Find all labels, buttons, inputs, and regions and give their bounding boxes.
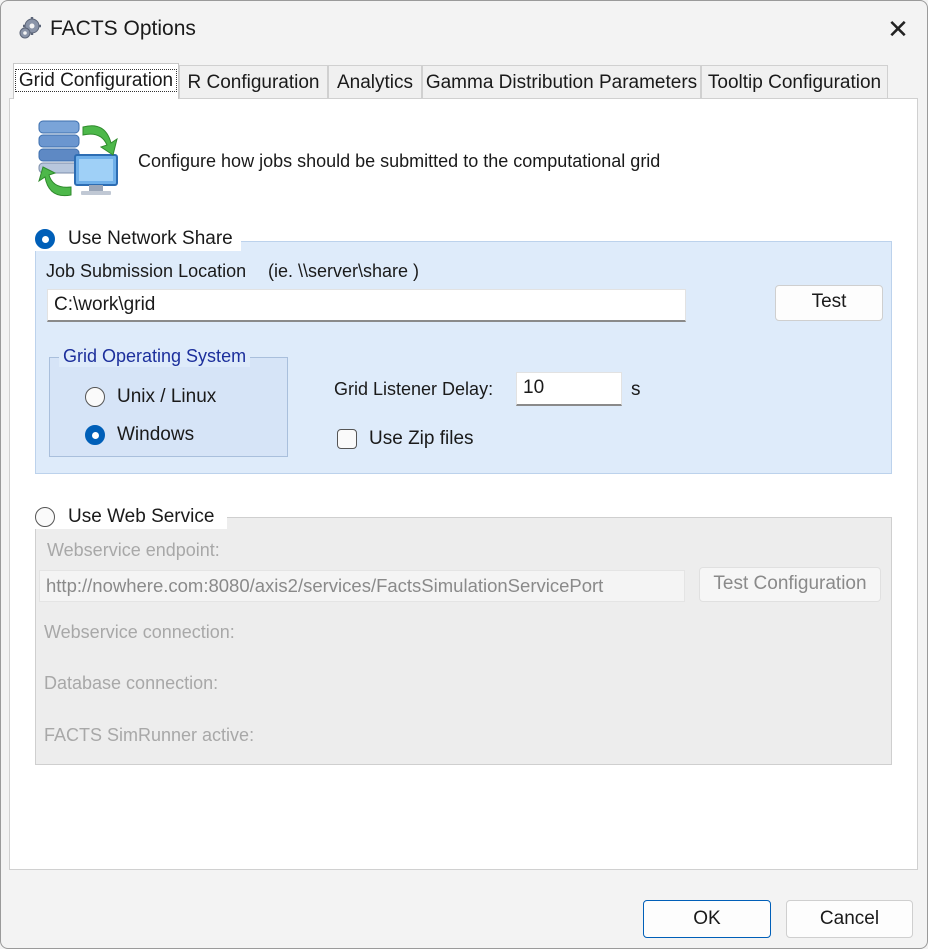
os-windows-label: Windows xyxy=(117,424,195,445)
webservice-endpoint-input[interactable]: http://nowhere.com:8080/axis2/services/F… xyxy=(39,570,685,602)
tab-label: R Configuration xyxy=(187,72,320,93)
grid-listener-delay-unit: s xyxy=(631,379,641,400)
test-button[interactable]: Test xyxy=(775,285,883,321)
use-zip-files-checkbox[interactable] xyxy=(337,429,357,449)
os-option-windows[interactable]: Windows xyxy=(83,423,243,449)
use-zip-files-option[interactable]: Use Zip files xyxy=(335,427,495,453)
job-submission-location-hint: (ie. \\server\share ) xyxy=(268,261,420,281)
tab-label: Gamma Distribution Parameters xyxy=(425,72,698,93)
tab-r-configuration[interactable]: R Configuration xyxy=(179,65,328,98)
simrunner-active-label: FACTS SimRunner active: xyxy=(44,725,255,745)
header-description: Configure how jobs should be submitted t… xyxy=(138,151,661,171)
network-share-radio[interactable] xyxy=(35,229,55,249)
web-service-label: Use Web Service xyxy=(68,506,215,527)
job-submission-location-input[interactable]: C:\work\grid xyxy=(47,289,686,322)
ok-button[interactable]: OK xyxy=(643,900,771,938)
test-configuration-button[interactable]: Test Configuration xyxy=(699,567,881,602)
os-unix-label: Unix / Linux xyxy=(117,386,217,407)
tab-grid-configuration[interactable]: Grid Configuration xyxy=(13,63,179,99)
tab-label: Grid Configuration xyxy=(14,69,178,92)
grid-listener-delay-label: Grid Listener Delay: xyxy=(334,379,494,399)
tab-label: Tooltip Configuration xyxy=(707,72,882,93)
tab-gamma-distribution-parameters[interactable]: Gamma Distribution Parameters xyxy=(422,65,701,98)
webservice-endpoint-label: Webservice endpoint: xyxy=(47,540,220,560)
web-service-radio[interactable] xyxy=(35,507,55,527)
grid-os-group-label: Grid Operating System xyxy=(59,346,251,367)
os-option-unix[interactable]: Unix / Linux xyxy=(83,385,243,411)
close-icon[interactable]: ✕ xyxy=(884,16,912,44)
cancel-button[interactable]: Cancel xyxy=(786,900,913,938)
tab-label: Analytics xyxy=(336,72,414,93)
window-title: FACTS Options xyxy=(50,17,196,40)
job-submission-location-label: Job Submission Location xyxy=(46,261,247,281)
grid-listener-delay-input[interactable]: 10 xyxy=(516,372,622,406)
use-zip-files-label: Use Zip files xyxy=(369,428,474,449)
os-windows-radio[interactable] xyxy=(85,425,105,445)
database-connection-label: Database connection: xyxy=(44,673,219,693)
server-network-icon xyxy=(35,117,123,199)
options-dialog: FACTS Options ✕ Grid Configuration R Con… xyxy=(0,0,928,949)
network-share-label: Use Network Share xyxy=(68,228,233,249)
gears-icon xyxy=(17,15,43,41)
title-bar: FACTS Options ✕ xyxy=(1,1,927,57)
tab-analytics[interactable]: Analytics xyxy=(328,65,422,98)
webservice-connection-label: Webservice connection: xyxy=(44,622,235,642)
web-service-legend[interactable]: Use Web Service xyxy=(31,505,227,529)
os-unix-radio[interactable] xyxy=(85,387,105,407)
tab-tooltip-configuration[interactable]: Tooltip Configuration xyxy=(701,65,888,98)
network-share-legend[interactable]: Use Network Share xyxy=(31,227,241,251)
